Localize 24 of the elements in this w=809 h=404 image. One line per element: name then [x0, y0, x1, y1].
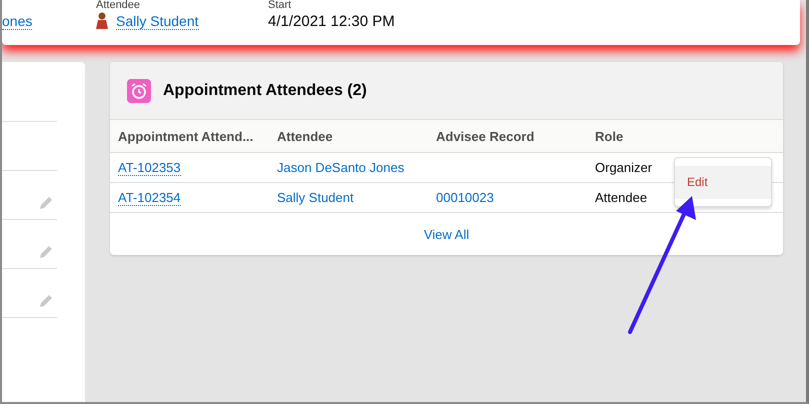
record-link[interactable]: Jason DeSanto Jones	[277, 160, 404, 175]
user-figure-icon	[94, 12, 110, 30]
pencil-icon[interactable]	[39, 245, 53, 259]
alarm-clock-icon	[127, 78, 151, 102]
related-list-title: Appointment Attendees (2)	[163, 82, 367, 100]
menu-item[interactable]: Edit	[675, 166, 771, 199]
column-header[interactable]: Role	[595, 128, 783, 144]
pencil-icon[interactable]	[39, 294, 53, 308]
record-link[interactable]: Sally Student	[277, 190, 354, 205]
column-header[interactable]: Attendee	[277, 128, 436, 144]
table-cell: Organizer	[595, 160, 652, 175]
record-link[interactable]: AT-102354	[118, 190, 181, 206]
record-link[interactable]: 00010023	[436, 190, 494, 205]
view-all-link[interactable]: View All	[424, 227, 470, 242]
column-header[interactable]: Appointment Attend...	[118, 128, 277, 144]
column-header[interactable]: Advisee Record	[436, 128, 595, 144]
record-link[interactable]: AT-102353	[118, 160, 181, 176]
record-link[interactable]: Sally Student	[116, 12, 198, 30]
field-value: 4/1/2021 12:30 PM	[268, 12, 395, 30]
pencil-icon[interactable]	[39, 196, 53, 210]
table-cell: Attendee	[595, 190, 648, 205]
field-label: Start	[268, 0, 292, 11]
record-link[interactable]: ones	[2, 12, 32, 30]
field-label: Attendee	[96, 0, 142, 11]
